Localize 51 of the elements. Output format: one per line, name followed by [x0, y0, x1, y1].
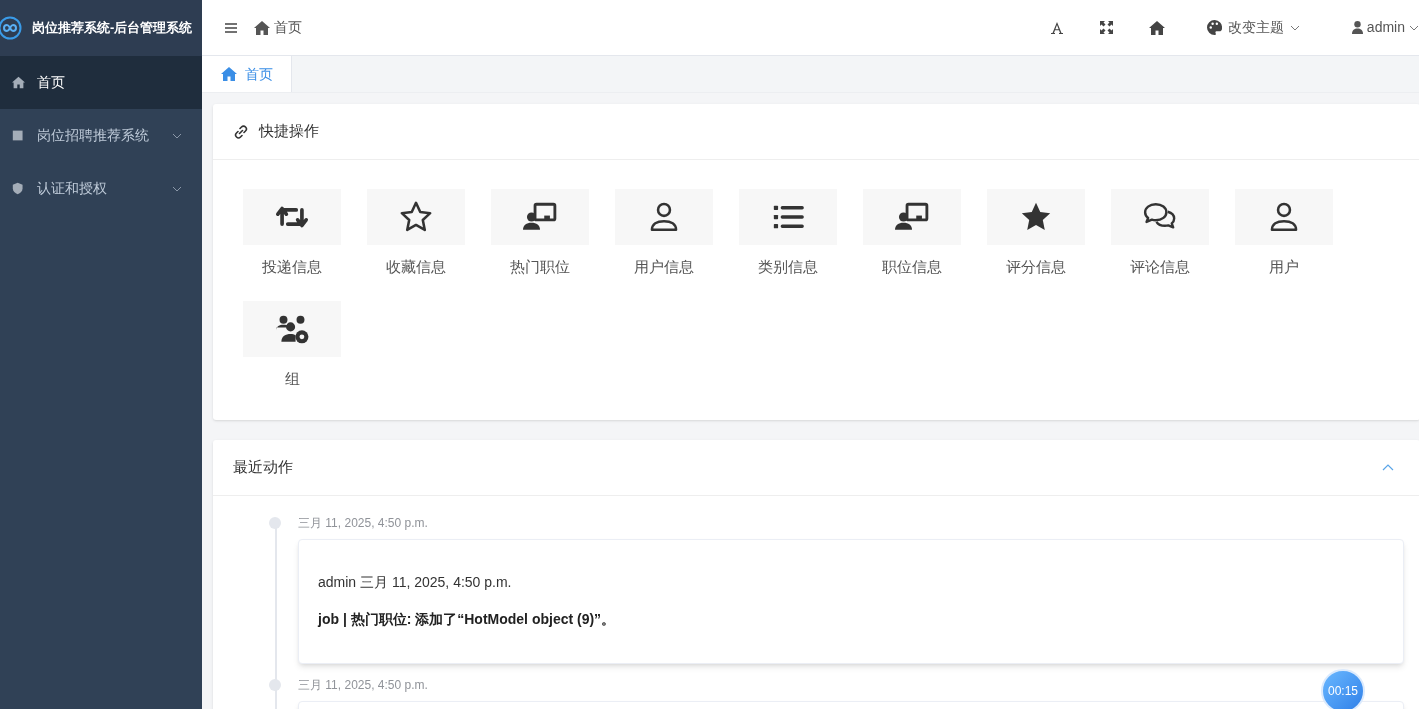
shortcut-label[interactable]: 热门职位 [510, 256, 570, 279]
home-icon[interactable] [1148, 20, 1165, 35]
home-icon [12, 76, 25, 89]
menu-icon[interactable] [224, 20, 238, 35]
action-meta: admin 三月 11, 2025, 4:50 p.m. [318, 573, 513, 592]
user-menu[interactable]: admin [1351, 17, 1419, 38]
shortcut-tile[interactable] [243, 189, 341, 245]
sidebar-item[interactable]: 岗位招聘推荐系统 [0, 109, 202, 162]
timeline-date: 三月 11, 2025, 4:50 p.m. [298, 677, 428, 694]
fullscreen-icon[interactable] [1099, 21, 1113, 34]
star-icon [399, 200, 433, 234]
sidebar-item[interactable]: 首页 [0, 56, 202, 109]
action-message: job | 热门职位: 添加了“HotModel object (9)”。 [318, 610, 617, 629]
shortcut-label[interactable]: 用户信息 [634, 256, 694, 279]
shortcut-label[interactable]: 用户 [1269, 256, 1299, 279]
shortcut-label[interactable]: 评分信息 [1006, 256, 1066, 279]
shield-icon [12, 182, 25, 195]
home-icon [254, 20, 270, 35]
shortcut-label[interactable]: 组 [284, 367, 300, 390]
shortcut-label[interactable]: 收藏信息 [386, 256, 446, 279]
shortcut-tile[interactable] [739, 189, 837, 245]
shortcut-tile[interactable] [491, 189, 589, 245]
link-icon [233, 123, 249, 140]
shortcut-tile[interactable] [1235, 189, 1333, 245]
shortcut-label[interactable]: 投递信息 [262, 256, 322, 279]
caret-icon [1289, 24, 1300, 31]
shortcut-tile[interactable] [367, 189, 465, 245]
shortcut-label[interactable]: 类别信息 [758, 256, 818, 279]
shortcut-tile[interactable] [1111, 189, 1209, 245]
shortcut-label[interactable]: 职位信息 [882, 256, 942, 279]
breadcrumb[interactable]: 首页 [274, 17, 302, 38]
shortcut-label[interactable]: 评论信息 [1130, 256, 1190, 279]
shortcut-tile[interactable] [863, 189, 961, 245]
shortcut-tile[interactable] [987, 189, 1085, 245]
shortcut-tile[interactable] [615, 189, 713, 245]
theme-menu[interactable]: 改变主题 [1206, 17, 1300, 38]
timeline-date: 三月 11, 2025, 4:50 p.m. [298, 515, 428, 532]
caret-icon [1409, 24, 1419, 31]
shortcut-tile[interactable] [243, 300, 341, 357]
logo-icon [0, 16, 22, 40]
card-title: 快捷操作 [259, 121, 319, 142]
collapse-icon[interactable] [1382, 464, 1394, 471]
palette-icon [1206, 20, 1222, 35]
card-title: 最近动作 [233, 457, 293, 478]
font-size-icon[interactable] [1049, 20, 1064, 35]
square-icon [12, 129, 25, 142]
sidebar-item[interactable]: 认证和授权 [0, 162, 202, 215]
user-icon [1351, 21, 1363, 34]
app-title: 岗位推荐系统-后台管理系统 [32, 19, 193, 38]
tab[interactable]: 首页 [202, 56, 292, 92]
home-icon [220, 67, 237, 81]
